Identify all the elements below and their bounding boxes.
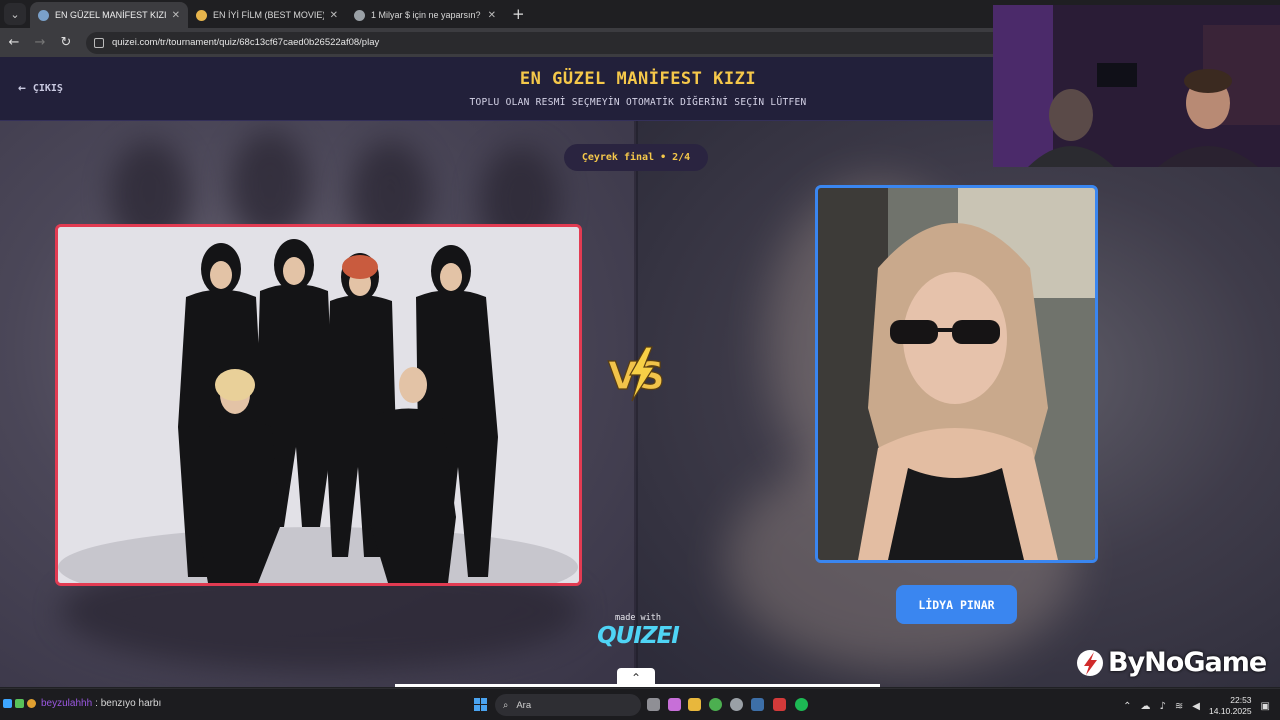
microphone-icon[interactable]: ♪ — [1160, 701, 1166, 712]
notification-icon[interactable]: ▣ — [1261, 701, 1270, 712]
windows-start-icon[interactable] — [474, 698, 487, 711]
copilot-icon[interactable] — [668, 698, 681, 711]
quizei-favicon-icon — [196, 9, 207, 21]
made-with-quizei[interactable]: made with QUIZEI — [596, 613, 680, 649]
tab-title: 1 Milyar $ için ne yaparsın? - Q — [371, 10, 482, 20]
quizei-logo: QUIZEI — [597, 623, 680, 649]
url-text: quizei.com/tr/tournament/quiz/68c13cf67c… — [112, 37, 380, 48]
windows-taskbar: beyzulahhh : benzıyo harbı ⌕ Ara ⌃ ☁ ♪ ≋… — [0, 688, 1280, 720]
badge-icon — [27, 699, 36, 708]
chat-overlay: beyzulahhh : benzıyo harbı — [3, 698, 161, 709]
quizei-favicon-icon — [38, 9, 49, 21]
screen: ⌄ EN GÜZEL MANİFEST KIZI - Qu ✕ EN İYİ F… — [0, 0, 1280, 720]
right-option-name-button[interactable]: LİDYA PINAR — [896, 585, 1017, 624]
forward-arrow-icon[interactable]: → — [28, 31, 52, 55]
volume-icon[interactable]: ◀ — [1192, 701, 1200, 712]
tab-search-chevron-icon[interactable]: ⌄ — [4, 3, 26, 25]
tab-title: EN İYİ FİLM (BEST MOVIE) - Qu — [213, 10, 324, 20]
chrome-icon[interactable] — [709, 698, 722, 711]
tab-best-movie[interactable]: EN İYİ FİLM (BEST MOVIE) - Qu ✕ — [188, 2, 346, 28]
close-tab-icon[interactable]: ✕ — [330, 10, 338, 21]
chat-username: beyzulahhh — [41, 698, 93, 709]
badge-icon — [3, 699, 12, 708]
tab-title: EN GÜZEL MANİFEST KIZI - Qu — [55, 10, 166, 20]
reload-icon[interactable]: ↻ — [54, 31, 78, 55]
close-tab-icon[interactable]: ✕ — [488, 10, 496, 21]
spotify-icon[interactable] — [795, 698, 808, 711]
cloud-icon[interactable]: ☁ — [1141, 701, 1151, 712]
file-explorer-icon[interactable] — [688, 698, 701, 711]
globe-favicon-icon — [354, 9, 365, 21]
clock[interactable]: 22:53 14.10.2025 — [1209, 695, 1252, 717]
chat-message: : benzıyo harbı — [95, 698, 162, 709]
clock-date: 14.10.2025 — [1209, 706, 1252, 716]
badge-icon — [15, 699, 24, 708]
tab-quiz-manifest[interactable]: EN GÜZEL MANİFEST KIZI - Qu ✕ — [30, 2, 188, 28]
webcam-overlay — [993, 5, 1280, 167]
right-option-card[interactable] — [815, 185, 1098, 563]
made-with-label: made with — [614, 613, 662, 623]
left-option-card[interactable] — [55, 224, 582, 586]
back-arrow-icon[interactable]: ← — [2, 31, 26, 55]
taskbar-search[interactable]: ⌕ Ara — [495, 694, 641, 716]
site-info-icon[interactable] — [94, 37, 104, 48]
wifi-icon[interactable]: ≋ — [1175, 701, 1183, 712]
tab-billion-question[interactable]: 1 Milyar $ için ne yaparsın? - Q ✕ — [346, 2, 504, 28]
versus-icon: VS — [607, 346, 665, 402]
new-tab-plus-icon[interactable]: + — [512, 5, 525, 23]
system-tray: ⌃ ☁ ♪ ≋ ◀ 22:53 14.10.2025 ▣ — [1123, 695, 1270, 717]
chevron-up-icon[interactable]: ⌃ — [1123, 701, 1131, 712]
round-indicator: Çeyrek final • 2/4 — [564, 144, 708, 171]
watermark-text: ByNoGame — [1108, 647, 1267, 678]
bynogame-watermark: ByNoGame — [1076, 647, 1267, 678]
app-icon[interactable] — [773, 698, 786, 711]
close-tab-icon[interactable]: ✕ — [172, 10, 180, 21]
split-divider — [634, 121, 638, 687]
obs-icon[interactable] — [730, 698, 743, 711]
steam-icon[interactable] — [751, 698, 764, 711]
clock-time: 22:53 — [1230, 695, 1252, 705]
search-icon: ⌕ — [503, 699, 509, 711]
webcam-feed — [993, 5, 1280, 167]
bottom-panel-edge — [395, 684, 880, 687]
group-photo — [58, 227, 579, 583]
portrait-photo — [818, 188, 1095, 560]
search-placeholder: Ara — [516, 699, 532, 711]
bynogame-logo-icon — [1077, 649, 1103, 676]
task-view-icon[interactable] — [647, 698, 660, 711]
